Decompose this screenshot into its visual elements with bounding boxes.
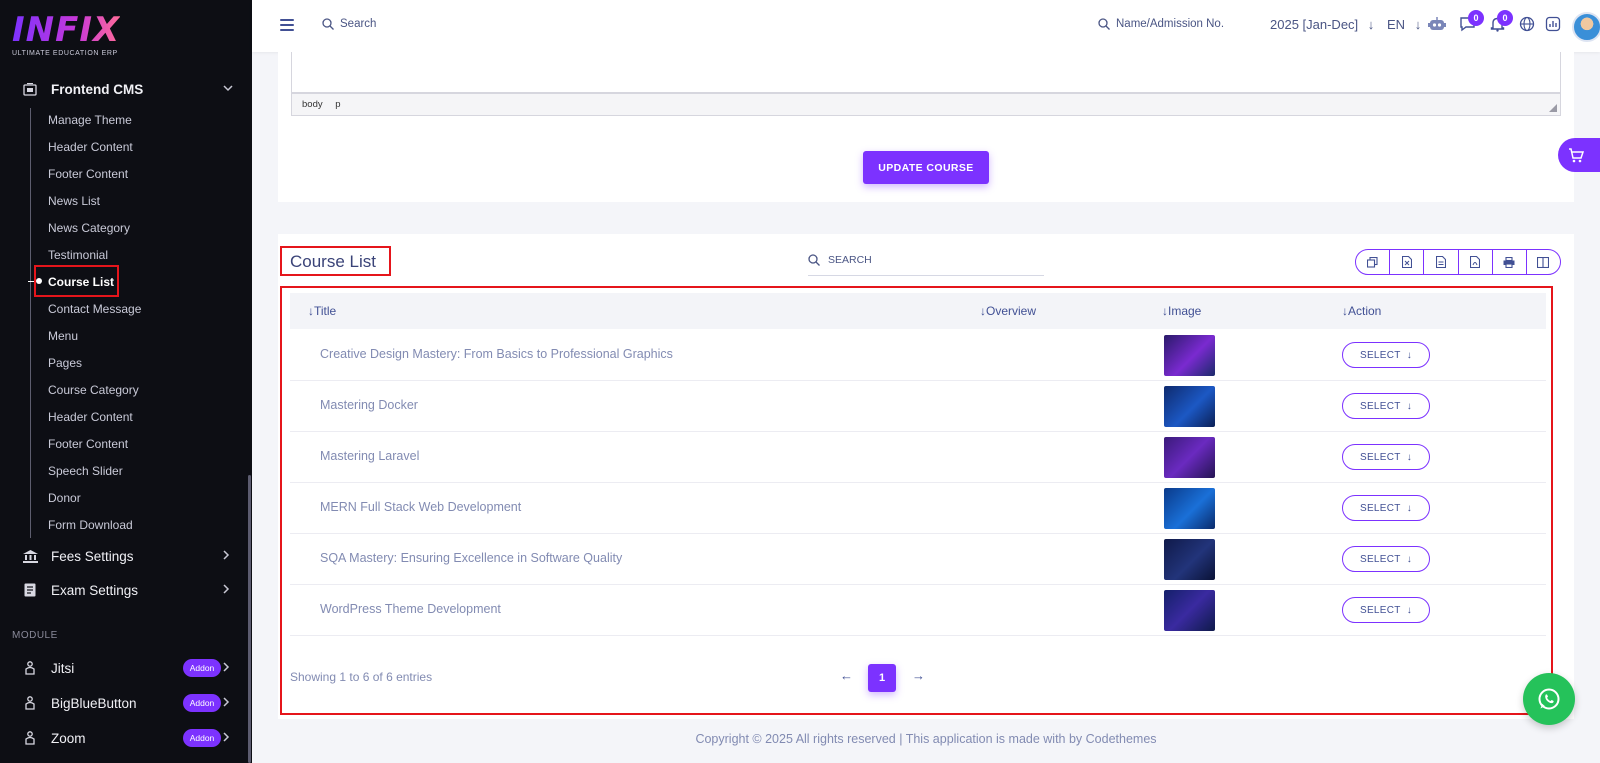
sidebar-item-zoom[interactable]: Zoom Addon: [0, 721, 252, 755]
exam-icon: [22, 583, 38, 597]
editor-path-body[interactable]: body: [302, 99, 323, 110]
top-search-label: Search: [340, 18, 377, 30]
sidebar-subitem-footer-content-2[interactable]: Footer Content: [48, 435, 128, 453]
notification-badge: 0: [1497, 10, 1513, 26]
editor-resize-handle[interactable]: [1549, 104, 1557, 112]
logo-text: INFIX: [12, 10, 121, 50]
sidebar-item-label: Exam Settings: [51, 582, 139, 598]
sidebar-subitem-footer-content[interactable]: Footer Content: [48, 165, 128, 183]
addon-badge: Addon: [183, 729, 221, 747]
highlight-box-title: [280, 246, 391, 276]
sidebar-item-exam-settings[interactable]: Exam Settings: [0, 573, 252, 607]
cart-icon: [1569, 147, 1584, 162]
sidebar-subitem-form-download[interactable]: Form Download: [48, 516, 133, 534]
copy-icon[interactable]: [1356, 250, 1391, 274]
language-select[interactable]: EN ↓: [1387, 17, 1421, 32]
plugin-icon: [22, 696, 38, 710]
highlight-box-course-list: [34, 265, 119, 297]
search-icon: [808, 253, 820, 266]
editor-status-bar: body p: [291, 93, 1561, 116]
academic-year-select[interactable]: 2025 [Jan-Dec] ↓: [1270, 17, 1374, 32]
user-avatar[interactable]: [1572, 12, 1600, 42]
app-logo[interactable]: INFIX ULTIMATE EDUCATION ERP: [12, 12, 120, 57]
sidebar-subitem-testimonial[interactable]: Testimonial: [48, 246, 108, 264]
sidebar-subitem-speech-slider[interactable]: Speech Slider: [48, 462, 123, 480]
chevron-right-icon: [223, 583, 230, 597]
sidebar-subitem-manage-theme[interactable]: Manage Theme: [48, 111, 132, 129]
plugin-icon: [22, 731, 38, 745]
globe-icon[interactable]: [1518, 16, 1536, 34]
bank-icon: [22, 549, 38, 563]
sidebar-item-label: Zoom: [51, 730, 86, 746]
sidebar-item-label: Jitsi: [51, 660, 75, 676]
arrow-down-icon: ↓: [1414, 17, 1422, 32]
chevron-right-icon: [223, 731, 230, 745]
sidebar-subitem-course-category[interactable]: Course Category: [48, 381, 139, 399]
language-value: EN: [1387, 17, 1406, 32]
sidebar-item-bigbluebutton[interactable]: BigBlueButton Addon: [0, 686, 252, 720]
sidebar-subitem-menu[interactable]: Menu: [48, 327, 78, 345]
table-search-input[interactable]: SEARCH: [808, 248, 1044, 276]
columns-icon[interactable]: [1527, 250, 1560, 274]
sidebar: INFIX ULTIMATE EDUCATION ERP Frontend CM…: [0, 0, 252, 763]
print-icon[interactable]: [1493, 250, 1527, 274]
sidebar-subitem-header-content-2[interactable]: Header Content: [48, 408, 133, 426]
update-course-button[interactable]: UPDATE COURSE: [863, 151, 989, 184]
highlight-box-table: [280, 286, 1553, 715]
sidebar-subitem-pages[interactable]: Pages: [48, 354, 82, 372]
search-icon: [1098, 18, 1110, 30]
excel-icon[interactable]: [1390, 250, 1425, 274]
arrow-down-icon: ↓: [1367, 17, 1375, 32]
sidebar-item-frontend-cms[interactable]: Frontend CMS: [0, 72, 252, 106]
sidebar-subitem-news-list[interactable]: News List: [48, 192, 100, 210]
academic-year-value: 2025 [Jan-Dec]: [1270, 17, 1359, 32]
search-icon: [322, 18, 334, 30]
cms-icon: [22, 82, 38, 96]
sidebar-item-label: Frontend CMS: [51, 81, 144, 97]
sidebar-subitem-header-content[interactable]: Header Content: [48, 138, 133, 156]
sidebar-subitem-donor[interactable]: Donor: [48, 489, 81, 507]
analytics-icon[interactable]: [1544, 16, 1562, 34]
whatsapp-chat-button[interactable]: [1523, 673, 1575, 725]
table-search-placeholder: SEARCH: [828, 253, 872, 266]
chevron-right-icon: [223, 661, 230, 675]
floating-cart-button[interactable]: [1558, 138, 1600, 172]
sidebar-item-fees-settings[interactable]: Fees Settings: [0, 539, 252, 573]
csv-icon[interactable]: [1424, 250, 1459, 274]
sidebar-subitem-news-category[interactable]: News Category: [48, 219, 130, 237]
sidebar-item-label: Fees Settings: [51, 548, 134, 564]
sidebar-item-jitsi[interactable]: Jitsi Addon: [0, 651, 252, 685]
chat-badge: 0: [1468, 10, 1484, 26]
robot-icon[interactable]: [1428, 16, 1446, 34]
rich-text-editor[interactable]: [291, 52, 1561, 93]
chevron-right-icon: [223, 696, 230, 710]
logo-subtitle: ULTIMATE EDUCATION ERP: [12, 50, 118, 57]
whatsapp-icon: [1538, 688, 1560, 710]
pdf-icon[interactable]: [1459, 250, 1493, 274]
chevron-right-icon: [223, 549, 230, 563]
export-button-group: [1355, 249, 1561, 275]
addon-badge: Addon: [183, 694, 221, 712]
chevron-down-icon: [223, 83, 233, 95]
hamburger-menu-icon[interactable]: [280, 19, 294, 31]
sidebar-scrollbar[interactable]: [248, 475, 251, 763]
top-bar: Search Name/Admission No. 2025 [Jan-Dec]…: [252, 0, 1600, 52]
module-section-label: MODULE: [12, 630, 58, 641]
page-footer: Copyright © 2025 All rights reserved | T…: [695, 732, 1157, 746]
addon-badge: Addon: [183, 659, 221, 677]
editor-path-p[interactable]: p: [335, 99, 340, 110]
sidebar-subitem-contact-message[interactable]: Contact Message: [48, 300, 141, 318]
submenu-guide-line: [30, 108, 31, 538]
admission-search-label: Name/Admission No.: [1116, 18, 1225, 30]
top-search[interactable]: Search: [322, 18, 376, 30]
sidebar-item-label: BigBlueButton: [51, 695, 137, 711]
admission-search[interactable]: Name/Admission No.: [1098, 18, 1224, 30]
plugin-icon: [22, 661, 38, 675]
